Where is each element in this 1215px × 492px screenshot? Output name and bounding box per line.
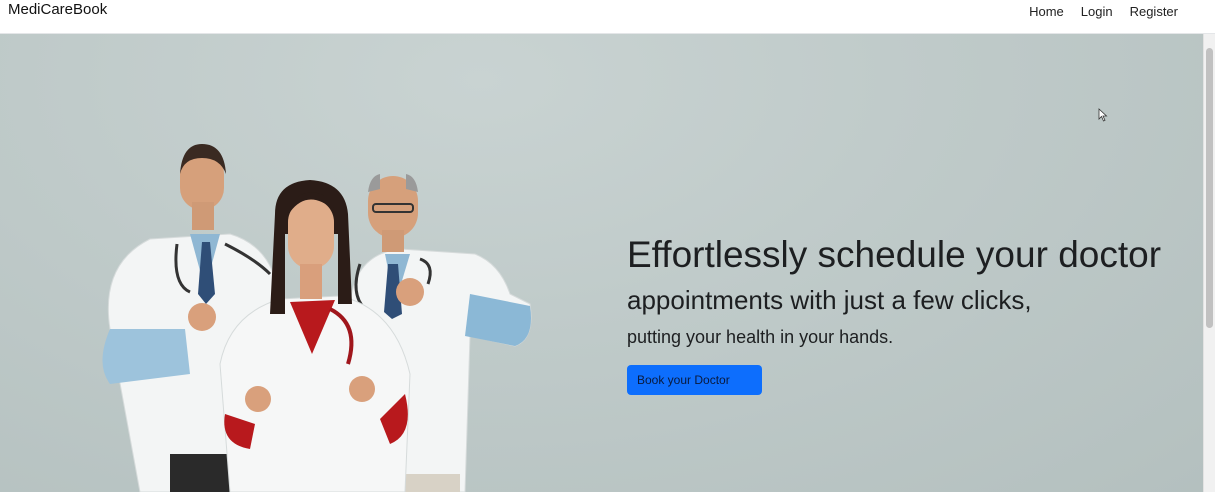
navbar: MediCareBook Home Login Register <box>0 0 1215 34</box>
hero-tagline: putting your health in your hands. <box>627 327 894 347</box>
hero-section: Effortlessly schedule your doctor appoin… <box>0 34 1203 492</box>
hero-headline: Effortlessly schedule your doctor <box>627 234 1162 275</box>
nav-link-home[interactable]: Home <box>1029 4 1064 19</box>
mouse-cursor-icon <box>1098 108 1108 122</box>
doctors-hero-image <box>102 144 532 492</box>
nav-link-register[interactable]: Register <box>1130 4 1178 19</box>
hero-text-block: Effortlessly schedule your doctor appoin… <box>627 233 1197 395</box>
page-scrollbar[interactable] <box>1203 34 1215 492</box>
nav-link-login[interactable]: Login <box>1081 4 1113 19</box>
hero-subline: appointments with just a few clicks, <box>627 285 1032 315</box>
scrollbar-thumb[interactable] <box>1206 48 1213 328</box>
book-doctor-button[interactable]: Book your Doctor <box>627 365 762 395</box>
nav-links: Home Login Register <box>1029 4 1178 19</box>
brand-logo[interactable]: MediCareBook <box>8 1 107 18</box>
